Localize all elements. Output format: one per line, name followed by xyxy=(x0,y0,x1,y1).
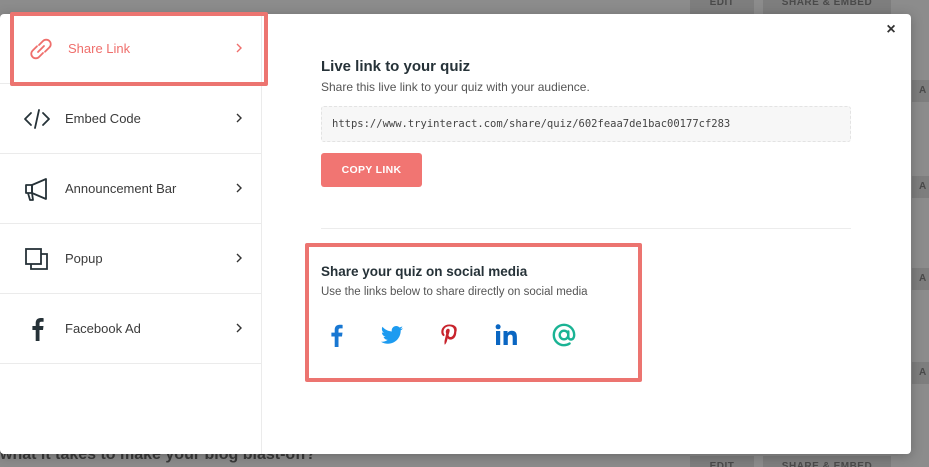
social-section-subtitle: Use the links below to share directly on… xyxy=(321,286,588,298)
twitter-icon[interactable] xyxy=(378,322,406,348)
linkedin-icon[interactable] xyxy=(493,322,521,348)
chevron-right-icon xyxy=(236,323,242,333)
code-icon xyxy=(24,109,50,129)
bg-edit-button: EDIT xyxy=(690,456,754,467)
sidebar-item-popup[interactable]: Popup xyxy=(0,224,261,294)
facebook-icon[interactable] xyxy=(323,322,351,348)
share-options-sidebar: Share Link Embed Code Announcement Bar P… xyxy=(0,14,262,454)
bg-side-button: A xyxy=(912,80,929,102)
pinterest-icon[interactable] xyxy=(435,322,463,348)
facebook-icon xyxy=(32,318,44,341)
email-at-icon[interactable] xyxy=(550,322,578,348)
sidebar-item-label: Announcement Bar xyxy=(65,181,177,196)
sidebar-item-label: Popup xyxy=(65,251,103,266)
chevron-right-icon xyxy=(236,43,242,53)
bg-side-button: A xyxy=(912,176,929,198)
sidebar-item-announcement-bar[interactable]: Announcement Bar xyxy=(0,154,261,224)
bg-side-button: A xyxy=(912,362,929,384)
bg-share-embed-button: SHARE & EMBED xyxy=(763,0,891,14)
copy-link-button[interactable]: COPY LINK xyxy=(321,153,422,187)
sidebar-item-label: Share Link xyxy=(68,41,131,56)
sidebar-item-label: Facebook Ad xyxy=(65,321,141,336)
popup-icon xyxy=(25,248,48,270)
page-title: Live link to your quiz xyxy=(321,58,471,75)
sidebar-item-embed-code[interactable]: Embed Code xyxy=(0,84,261,154)
share-embed-modal: × Share Link Embed Code Announcement Bar… xyxy=(0,14,911,454)
bg-side-button: A xyxy=(912,268,929,290)
bg-edit-button: EDIT xyxy=(690,0,754,14)
sidebar-item-share-link[interactable]: Share Link xyxy=(0,14,261,84)
chevron-right-icon xyxy=(236,253,242,263)
chevron-right-icon xyxy=(236,183,242,193)
chevron-right-icon xyxy=(236,113,242,123)
close-icon[interactable]: × xyxy=(883,22,899,38)
quiz-url-field[interactable]: https://www.tryinteract.com/share/quiz/6… xyxy=(321,106,851,142)
megaphone-icon xyxy=(25,178,47,201)
sidebar-item-facebook-ad[interactable]: Facebook Ad xyxy=(0,294,261,364)
bg-share-embed-button: SHARE & EMBED xyxy=(763,456,891,467)
social-section-title: Share your quiz on social media xyxy=(321,264,528,279)
link-icon xyxy=(30,38,52,60)
sidebar-item-label: Embed Code xyxy=(65,111,141,126)
section-divider xyxy=(321,228,851,229)
page-subtitle: Share this live link to your quiz with y… xyxy=(321,80,590,94)
